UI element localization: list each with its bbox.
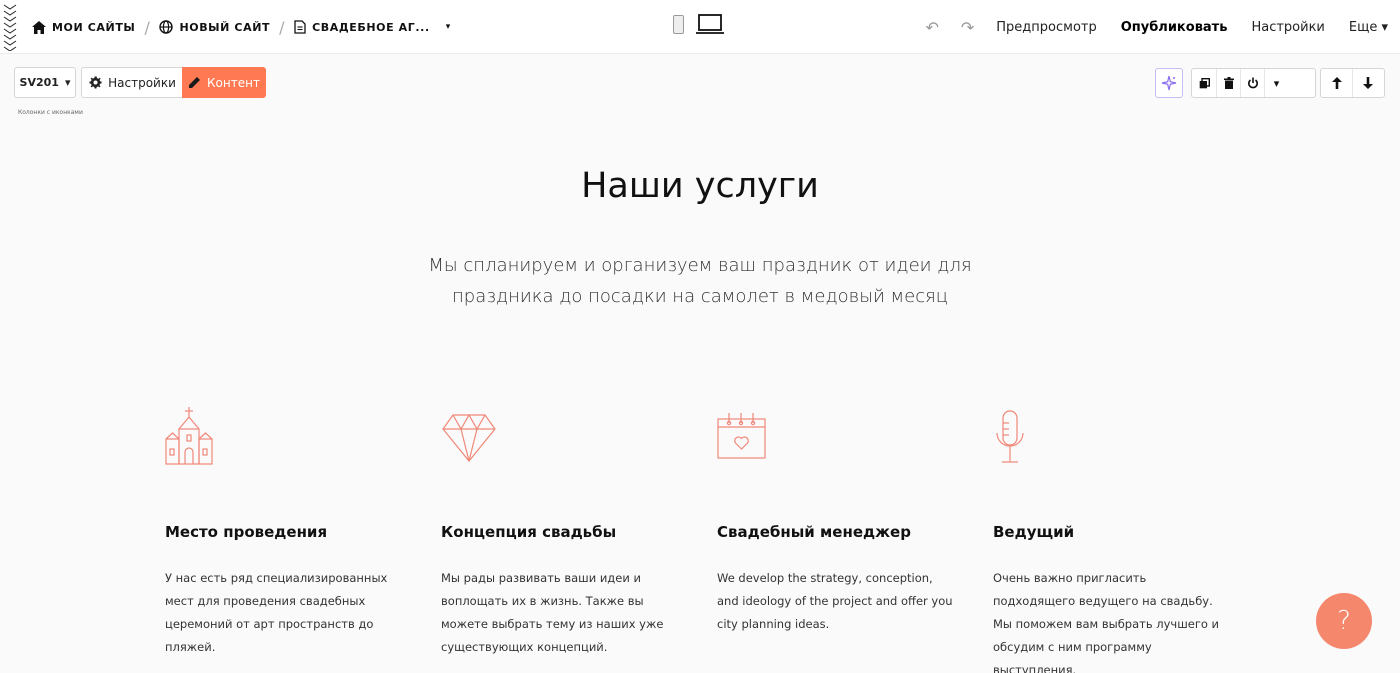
trash-icon xyxy=(1223,77,1234,89)
service-title[interactable]: Ведущий xyxy=(993,523,1074,541)
more-options-dropdown[interactable]: ▾ xyxy=(1264,69,1288,97)
breadcrumb-label: МОИ САЙТЫ xyxy=(52,20,136,34)
service-column: Свадебный менеджер We develop the strate… xyxy=(717,403,957,631)
service-title[interactable]: Свадебный менеджер xyxy=(717,523,911,541)
redo-icon[interactable]: ↷ xyxy=(961,18,974,37)
service-description[interactable]: Мы рады развивать ваши идеи и воплощать … xyxy=(441,567,677,659)
subtitle-line: Мы спланируем и организуем ваш праздник … xyxy=(428,255,972,276)
duplicate-button[interactable] xyxy=(1192,69,1216,97)
service-description[interactable]: Очень важно пригласить подходящего ведущ… xyxy=(993,567,1229,673)
sparkle-icon xyxy=(1161,75,1177,91)
service-column: Ведущий Очень важно пригласить подходяще… xyxy=(993,403,1233,673)
breadcrumb-my-sites[interactable]: МОИ САЙТЫ xyxy=(32,20,136,34)
block-move-group xyxy=(1320,68,1385,98)
delete-button[interactable] xyxy=(1216,69,1240,97)
ai-assist-button[interactable] xyxy=(1155,68,1183,98)
breadcrumb-label: НОВЫЙ САЙТ xyxy=(179,20,271,34)
block-actions-group: ▾ xyxy=(1191,68,1316,98)
breadcrumb-new-site[interactable]: НОВЫЙ САЙТ xyxy=(159,20,270,34)
service-title[interactable]: Место проведения xyxy=(165,523,327,541)
settings-label: Настройки xyxy=(108,75,176,90)
church-icon[interactable] xyxy=(165,403,225,467)
breadcrumb-separator: / xyxy=(279,17,286,37)
device-switcher xyxy=(673,14,724,34)
page-icon xyxy=(294,20,306,34)
toggle-visibility-button[interactable] xyxy=(1240,69,1264,97)
more-menu[interactable]: Еще ▾ xyxy=(1349,20,1388,35)
logo-zigzag-icon[interactable] xyxy=(3,3,17,51)
pencil-icon xyxy=(189,77,201,88)
content-label: Контент xyxy=(207,75,260,90)
calendar-heart-icon[interactable] xyxy=(717,403,777,467)
section-title[interactable]: Наши услуги xyxy=(0,166,1400,206)
home-icon xyxy=(32,20,46,34)
subtitle-line: праздника до посадки на самолет в медовы… xyxy=(452,286,948,307)
globe-icon xyxy=(159,20,174,34)
move-up-button[interactable] xyxy=(1321,69,1352,97)
chevron-down-icon: ▾ xyxy=(1273,76,1280,90)
block-type-label: Колонки с иконками xyxy=(18,109,83,116)
block-id-label: SV201 xyxy=(19,76,59,89)
top-actions: ↶ ↷ Предпросмотр Опубликовать Настройки … xyxy=(925,0,1400,54)
breadcrumb-label: СВАДЕБНОЕ АГ... xyxy=(312,20,430,34)
help-button[interactable]: ? xyxy=(1316,593,1372,649)
service-title[interactable]: Концепция свадьбы xyxy=(441,523,616,541)
preview-link[interactable]: Предпросмотр xyxy=(996,20,1096,35)
desktop-view-icon[interactable] xyxy=(696,14,724,34)
block-content-button[interactable]: Контент xyxy=(182,67,266,98)
chevron-down-icon[interactable]: ▾ xyxy=(446,22,451,32)
service-column: Место проведения У нас есть ряд специали… xyxy=(165,403,405,654)
section-subtitle[interactable]: Мы спланируем и организуем ваш праздник … xyxy=(400,250,1000,312)
settings-link[interactable]: Настройки xyxy=(1251,20,1324,35)
chevron-down-icon: ▾ xyxy=(64,76,71,89)
service-description[interactable]: У нас есть ряд специализированных мест д… xyxy=(165,567,401,659)
service-description[interactable]: We develop the strategy, conception, and… xyxy=(717,567,953,636)
top-bar: МОИ САЙТЫ / НОВЫЙ САЙТ / СВАДЕБНОЕ АГ...… xyxy=(0,0,1400,54)
mobile-view-icon[interactable] xyxy=(673,15,684,34)
undo-icon[interactable]: ↶ xyxy=(925,18,938,37)
breadcrumb: МОИ САЙТЫ / НОВЫЙ САЙТ / СВАДЕБНОЕ АГ...… xyxy=(32,0,451,54)
copy-icon xyxy=(1199,77,1210,88)
breadcrumb-separator: / xyxy=(144,17,151,37)
block-settings-button[interactable]: Настройки xyxy=(81,67,183,98)
diamond-icon[interactable] xyxy=(441,403,501,467)
gear-icon xyxy=(89,76,102,89)
block-id-dropdown[interactable]: SV201 ▾ xyxy=(14,67,76,98)
publish-button[interactable]: Опубликовать xyxy=(1121,20,1228,35)
arrow-up-icon xyxy=(1331,77,1342,89)
breadcrumb-page[interactable]: СВАДЕБНОЕ АГ... ▾ xyxy=(294,20,451,34)
arrow-down-icon xyxy=(1363,77,1373,89)
power-icon xyxy=(1247,77,1258,89)
move-down-button[interactable] xyxy=(1352,69,1383,97)
service-column: Концепция свадьбы Мы рады развивать ваши… xyxy=(441,403,681,654)
microphone-icon[interactable] xyxy=(993,403,1053,467)
